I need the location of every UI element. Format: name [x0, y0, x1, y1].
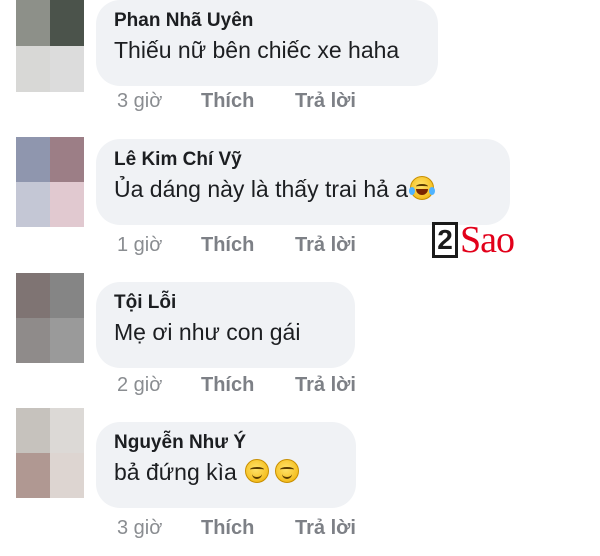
commenter-name[interactable]: Phan Nhã Uyên	[114, 8, 420, 34]
comment-text: bả đứng kìa	[114, 456, 338, 488]
face-with-tears-of-joy-icon	[409, 176, 436, 200]
comment-text: Mẹ ơi như con gái	[114, 319, 301, 345]
reply-button[interactable]: Trả lời	[295, 234, 356, 256]
like-button[interactable]: Thích	[201, 517, 295, 540]
like-button[interactable]: Thích	[201, 90, 295, 113]
avatar-pixel	[50, 318, 84, 363]
comment-bubble: Nguyễn Như Ý bả đứng kìa	[96, 422, 356, 508]
smiling-face-icon	[275, 459, 300, 483]
commenter-name[interactable]: Nguyễn Như Ý	[114, 430, 338, 456]
comment-timestamp[interactable]: 3 giờ	[117, 517, 201, 540]
avatar[interactable]	[16, 0, 84, 92]
reply-button[interactable]: Trả lời	[295, 90, 356, 112]
commenter-name[interactable]: Tội Lỗi	[114, 290, 337, 316]
smiling-face-icon	[245, 459, 270, 483]
comment-actions: 2 giờ Thích Trả lời	[117, 374, 356, 397]
comment-actions: 1 giờ Thích Trả lời	[117, 234, 356, 257]
avatar-pixel	[16, 318, 50, 363]
avatar-pixel	[16, 182, 50, 227]
comment-bubble: Phan Nhã Uyên Thiếu nữ bên chiếc xe haha	[96, 0, 438, 86]
avatar-pixel	[16, 453, 50, 498]
comment-text-content: bả đứng kìa	[114, 459, 237, 485]
watermark-number: 2	[432, 222, 458, 258]
avatar-pixel	[16, 408, 50, 453]
avatar-pixel	[50, 46, 84, 92]
avatar[interactable]	[16, 408, 84, 498]
avatar-pixel	[16, 0, 50, 46]
comment-timestamp[interactable]: 1 giờ	[117, 234, 201, 257]
comment-bubble: Tội Lỗi Mẹ ơi như con gái	[96, 282, 355, 368]
commenter-name[interactable]: Lê Kim Chí Vỹ	[114, 147, 492, 173]
avatar-pixel	[16, 137, 50, 182]
avatar-pixel	[50, 408, 84, 453]
like-button[interactable]: Thích	[201, 234, 295, 257]
comment-actions: 3 giờ Thích Trả lời	[117, 90, 356, 113]
reply-button[interactable]: Trả lời	[295, 374, 356, 396]
avatar[interactable]	[16, 273, 84, 363]
avatar[interactable]	[16, 137, 84, 227]
avatar-pixel	[50, 0, 84, 46]
avatar-pixel	[50, 453, 84, 498]
avatar-pixel	[50, 137, 84, 182]
avatar-pixel	[16, 46, 50, 92]
reply-button[interactable]: Trả lời	[295, 517, 356, 539]
comment-bubble: Lê Kim Chí Vỹ Ủa dáng này là thấy trai h…	[96, 139, 510, 225]
comment-timestamp[interactable]: 2 giờ	[117, 374, 201, 397]
avatar-pixel	[50, 182, 84, 227]
avatar-pixel	[16, 273, 50, 318]
comment-text-content: Ủa dáng này là thấy trai hả a	[114, 176, 409, 202]
like-button[interactable]: Thích	[201, 374, 295, 397]
comment-text: Thiếu nữ bên chiếc xe haha	[114, 37, 400, 63]
site-watermark-logo: 2 Sao	[432, 218, 515, 262]
avatar-pixel	[50, 273, 84, 318]
comment-timestamp[interactable]: 3 giờ	[117, 90, 201, 113]
comment-actions: 3 giờ Thích Trả lời	[117, 517, 356, 540]
comment-text: Ủa dáng này là thấy trai hả a	[114, 173, 492, 205]
watermark-text: Sao	[460, 219, 515, 261]
